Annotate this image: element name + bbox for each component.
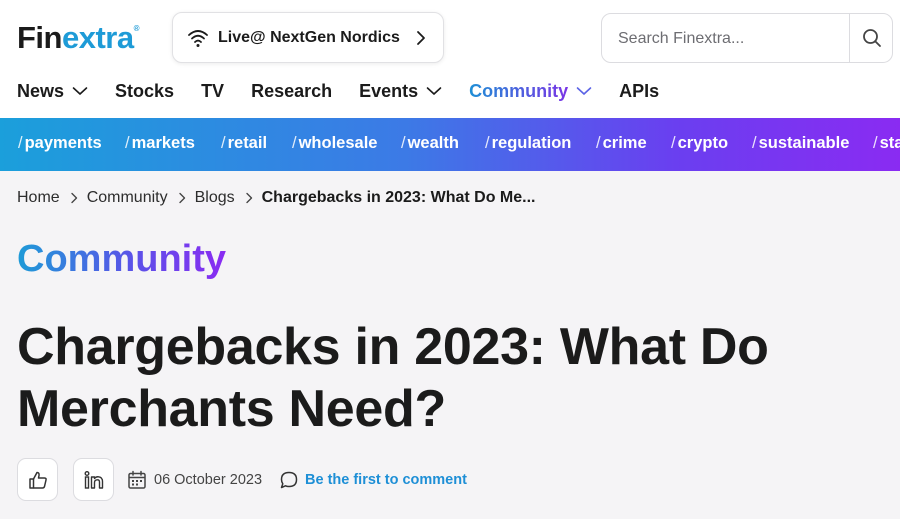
tag-crime[interactable]: / crime	[596, 134, 647, 153]
tag-crypto[interactable]: / crypto	[671, 134, 728, 153]
nav-item-news[interactable]: News	[17, 81, 88, 102]
live-event-button[interactable]: Live@ NextGen Nordics	[172, 12, 444, 63]
chevron-down-icon	[426, 87, 442, 95]
comment-icon	[280, 471, 298, 489]
comment-cta: Be the first to comment	[305, 472, 467, 488]
nav-item-label: TV	[201, 80, 225, 101]
nav-item-label: Stocks	[115, 80, 175, 101]
tag-label: sustainable	[758, 134, 850, 152]
tag-wealth[interactable]: / wealth	[401, 134, 459, 153]
search-button[interactable]	[850, 14, 893, 62]
site-header: Finextra® Live@ NextGen Nordics News	[0, 0, 900, 118]
live-event-label: Live@ NextGen Nordics	[218, 29, 400, 46]
comment-link[interactable]: Be the first to comment	[279, 470, 467, 490]
finextra-logo[interactable]: Finextra®	[17, 20, 140, 56]
chevron-right-icon	[417, 31, 425, 45]
search-box	[601, 13, 893, 63]
tag-label: crime	[602, 134, 647, 152]
main-navigation: News Stocks TV Research Events Community…	[17, 78, 686, 104]
chevron-right-icon	[178, 192, 185, 204]
logo-text-extra: extra	[62, 20, 134, 55]
article-title: Chargebacks in 2023: What Do Merchants N…	[17, 318, 769, 438]
breadcrumb-current: Chargebacks in 2023: What Do Me...	[261, 189, 536, 206]
tag-label: regulation	[491, 134, 572, 152]
tag-label: crypto	[677, 134, 729, 152]
tag-truncated[interactable]: / sta	[873, 134, 900, 153]
chevron-right-icon	[245, 192, 252, 204]
topic-tag-bar: / payments / markets / retail / wholesale / w…	[0, 118, 900, 171]
tag-label: markets	[131, 134, 195, 152]
logo-registered-mark: ®	[133, 24, 140, 33]
tag-label: payments	[24, 134, 102, 152]
tag-retail[interactable]: / retail	[221, 134, 267, 153]
wifi-icon	[188, 30, 208, 47]
nav-item-research[interactable]: Research	[251, 81, 332, 102]
breadcrumb-home[interactable]: Home	[17, 189, 60, 207]
nav-item-label: News	[17, 80, 65, 101]
nav-item-apis[interactable]: APIs	[619, 81, 659, 102]
nav-item-tv[interactable]: TV	[201, 81, 224, 102]
tag-markets[interactable]: / markets	[125, 134, 195, 153]
chevron-down-icon	[576, 87, 592, 95]
tag-label: wealth	[407, 134, 459, 152]
thumbs-up-icon	[28, 471, 47, 489]
tag-label: wholesale	[298, 134, 378, 152]
like-button[interactable]	[17, 458, 58, 501]
tag-regulation[interactable]: / regulation	[485, 134, 571, 153]
publish-date: 06 October 2023	[127, 470, 262, 490]
section-title[interactable]: Community	[17, 238, 226, 281]
breadcrumb-community[interactable]: Community	[87, 189, 168, 207]
chevron-down-icon	[72, 87, 88, 95]
breadcrumb-blogs[interactable]: Blogs	[195, 189, 235, 207]
nav-item-label: APIs	[619, 80, 660, 101]
tag-sustainable[interactable]: / sustainable	[752, 134, 849, 153]
linkedin-icon	[84, 470, 103, 489]
chevron-right-icon	[70, 192, 77, 204]
nav-item-label: Events	[359, 80, 419, 101]
search-icon	[862, 29, 881, 47]
nav-item-stocks[interactable]: Stocks	[115, 81, 174, 102]
tag-label: sta	[879, 134, 900, 152]
calendar-icon	[128, 470, 146, 489]
tag-payments[interactable]: / payments	[18, 134, 102, 153]
search-input[interactable]	[618, 28, 843, 50]
tag-label: retail	[227, 134, 268, 152]
publish-date-text: 06 October 2023	[154, 472, 263, 488]
tag-wholesale[interactable]: / wholesale	[292, 134, 377, 153]
nav-item-community[interactable]: Community	[469, 81, 592, 102]
breadcrumb: Home Community Blogs Chargebacks in 2023…	[17, 188, 535, 208]
nav-item-label: Research	[251, 80, 333, 101]
nav-item-events[interactable]: Events	[359, 81, 442, 102]
nav-item-label: Community	[469, 80, 569, 101]
logo-text-fin: Fin	[17, 20, 63, 55]
linkedin-share-button[interactable]	[73, 458, 114, 501]
